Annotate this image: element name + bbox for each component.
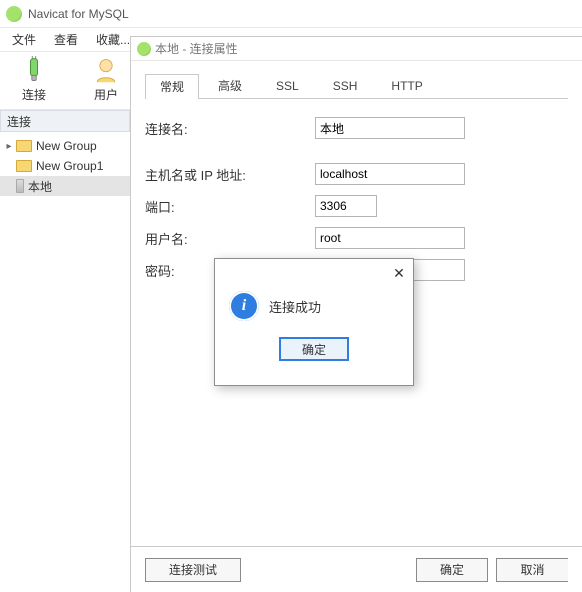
connection-name-input[interactable] — [315, 117, 465, 139]
dialog-title: 本地 - 连接属性 — [155, 40, 238, 57]
connect-label: 连接 — [22, 86, 46, 103]
dialog-titlebar: 本地 - 连接属性 — [131, 37, 582, 61]
app-icon — [6, 6, 22, 22]
tab-http[interactable]: HTTP — [376, 73, 437, 98]
chevron-right-icon[interactable]: ▸ — [4, 141, 14, 152]
messagebox-footer: 确定 — [215, 331, 413, 361]
user-icon — [92, 56, 120, 84]
tab-bar: 常规 高级 SSL SSH HTTP — [145, 73, 568, 99]
label-host: 主机名或 IP 地址: — [145, 165, 315, 184]
database-icon — [16, 179, 24, 193]
label-user: 用户名: — [145, 229, 315, 248]
ok-button[interactable]: 确定 — [416, 558, 488, 582]
tab-general[interactable]: 常规 — [145, 74, 199, 99]
tab-advanced[interactable]: 高级 — [203, 73, 257, 98]
tree-row-group[interactable]: ▸ New Group — [0, 136, 130, 156]
menu-view[interactable]: 查看 — [54, 31, 78, 48]
folder-icon — [16, 140, 32, 152]
user-label: 用户 — [94, 86, 118, 103]
tree-label: 本地 — [28, 178, 52, 195]
port-input[interactable] — [315, 195, 377, 217]
label-connection-name: 连接名: — [145, 119, 315, 138]
label-port: 端口: — [145, 197, 315, 216]
host-input[interactable] — [315, 163, 465, 185]
username-input[interactable] — [315, 227, 465, 249]
messagebox-titlebar: ✕ — [215, 259, 413, 287]
close-icon[interactable]: ✕ — [391, 265, 407, 281]
sidebar-header-label: 连接 — [7, 113, 31, 130]
app-title: Navicat for MySQL — [28, 7, 129, 21]
sidebar-header: 连接 — [0, 110, 130, 132]
connect-button[interactable]: 连接 — [12, 56, 56, 103]
plug-icon — [20, 56, 48, 84]
dialog-footer: 连接测试 确定 取消 — [131, 546, 582, 592]
form-general: 连接名: 主机名或 IP 地址: 端口: 用户名: 密码: — [145, 99, 568, 281]
cancel-button[interactable]: 取消 — [496, 558, 568, 582]
messagebox-body: 连接成功 — [215, 287, 413, 331]
tab-ssl[interactable]: SSL — [261, 73, 314, 98]
user-button[interactable]: 用户 — [84, 56, 128, 103]
tree-label: New Group1 — [36, 159, 103, 173]
messagebox-ok-button[interactable]: 确定 — [279, 337, 349, 361]
tree-row-group[interactable]: New Group1 — [0, 156, 130, 176]
test-connection-button[interactable]: 连接测试 — [145, 558, 241, 582]
sidebar: ▸ New Group New Group1 本地 — [0, 132, 130, 592]
info-icon — [229, 291, 259, 321]
main-titlebar: Navicat for MySQL — [0, 0, 582, 28]
tree-row-connection[interactable]: 本地 — [0, 176, 130, 196]
folder-icon — [16, 160, 32, 172]
tree-label: New Group — [36, 139, 97, 153]
menu-file[interactable]: 文件 — [12, 31, 36, 48]
app-icon — [137, 42, 151, 56]
messagebox-text: 连接成功 — [269, 297, 321, 316]
messagebox: ✕ 连接成功 确定 — [214, 258, 414, 386]
connection-tree: ▸ New Group New Group1 本地 — [0, 132, 130, 200]
tab-ssh[interactable]: SSH — [318, 73, 373, 98]
menu-favorites[interactable]: 收藏... — [96, 31, 130, 48]
